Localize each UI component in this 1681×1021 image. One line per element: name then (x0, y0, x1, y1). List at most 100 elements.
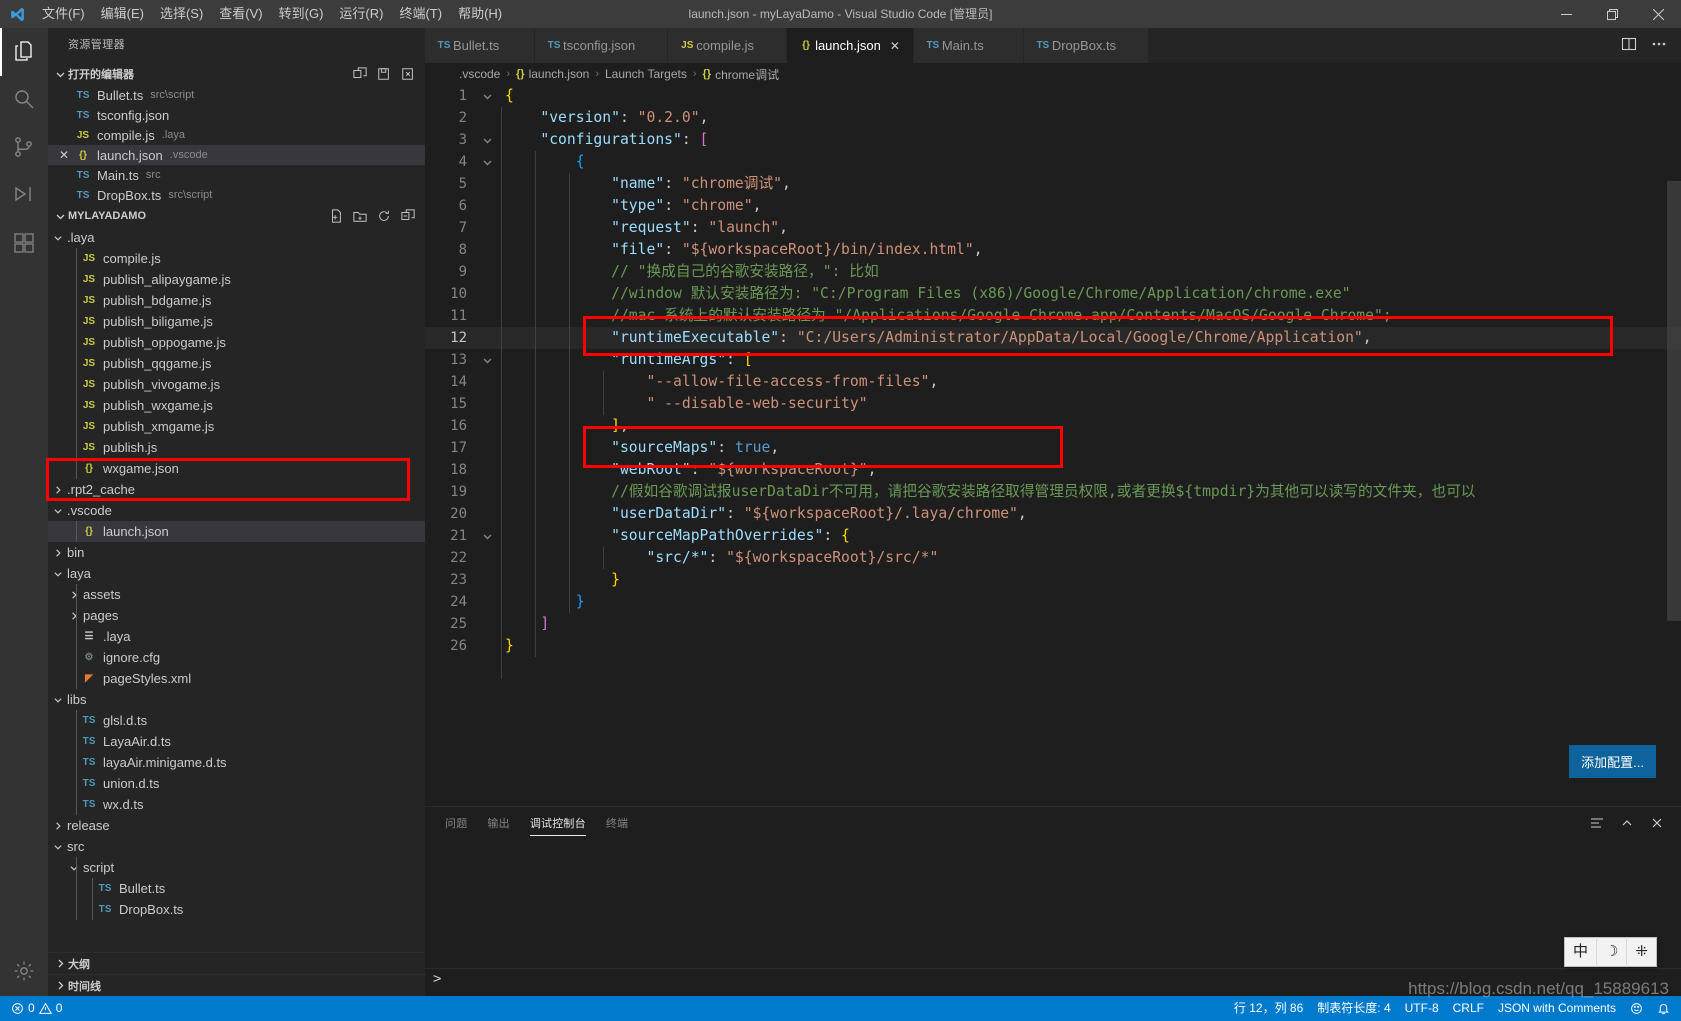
sidebar-section-outline[interactable]: 大纲 (48, 952, 425, 974)
ime-indicator[interactable]: 中 ☽ ⁜ (1563, 937, 1657, 967)
tree-file[interactable]: TS DropBox.ts (48, 899, 425, 920)
tree-file[interactable]: TS layaAir.minigame.d.ts (48, 752, 425, 773)
breadcrumb-item[interactable]: {} launch.json (516, 67, 589, 81)
status-cursor-position[interactable]: 行 12，列 86 (1227, 996, 1310, 1021)
tree-file[interactable]: JS publish_wxgame.js (48, 395, 425, 416)
tree-file[interactable]: TS wx.d.ts (48, 794, 425, 815)
status-notifications[interactable] (1650, 996, 1677, 1021)
tree-file[interactable]: ⚙ ignore.cfg (48, 647, 425, 668)
tree-folder[interactable]: release (48, 815, 425, 836)
menu-help[interactable]: 帮助(H) (450, 0, 510, 28)
panel-tab[interactable]: 输出 (487, 807, 509, 842)
tree-file[interactable]: JS publish_biligame.js (48, 311, 425, 332)
tree-file[interactable]: TS LayaAir.d.ts (48, 731, 425, 752)
activity-manage[interactable] (0, 948, 48, 996)
tree-folder[interactable]: .rpt2_cache (48, 479, 425, 500)
activity-extensions[interactable] (0, 220, 48, 268)
code-line[interactable]: 26} (425, 635, 1681, 657)
code-line[interactable]: 1{ (425, 85, 1681, 107)
tree-file[interactable]: JS publish_qqgame.js (48, 353, 425, 374)
code-line[interactable]: 20 "userDataDir": "${workspaceRoot}/.lay… (425, 503, 1681, 525)
menu-terminal[interactable]: 终端(T) (391, 0, 450, 28)
tree-file[interactable]: TS glsl.d.ts (48, 710, 425, 731)
tree-folder[interactable]: libs (48, 689, 425, 710)
menu-run[interactable]: 运行(R) (331, 0, 391, 28)
fold-chevron-icon[interactable] (477, 355, 497, 366)
breadcrumb-item[interactable]: .vscode (459, 67, 500, 81)
scrollbar-thumb[interactable] (1667, 181, 1681, 621)
status-language-mode[interactable]: JSON with Comments (1491, 996, 1623, 1021)
tree-folder[interactable]: .vscode (48, 500, 425, 521)
panel-tab[interactable]: 终端 (606, 807, 628, 842)
code-line[interactable]: 21 "sourceMapPathOverrides": { (425, 525, 1681, 547)
code-line[interactable]: 14 "--allow-file-access-from-files", (425, 371, 1681, 393)
status-encoding[interactable]: UTF-8 (1398, 996, 1446, 1021)
code-line[interactable]: 5 "name": "chrome调试", (425, 173, 1681, 195)
code-line[interactable]: 2 "version": "0.2.0", (425, 107, 1681, 129)
tree-file[interactable]: JS publish_vivogame.js (48, 374, 425, 395)
close-icon[interactable]: ✕ (54, 148, 74, 162)
activity-source-control[interactable] (0, 124, 48, 172)
tree-file[interactable]: JS publish.js (48, 437, 425, 458)
chevron-up-icon[interactable] (1619, 815, 1635, 834)
activity-run-debug[interactable] (0, 172, 48, 220)
code-line[interactable]: 13 "runtimeArgs": [ (425, 349, 1681, 371)
code-line[interactable]: 17 "sourceMaps": true, (425, 437, 1681, 459)
clear-console-icon[interactable] (1589, 815, 1605, 834)
editor-tab[interactable]: {} launch.json ✕ (787, 28, 914, 63)
panel-tab[interactable]: 调试控制台 (529, 807, 586, 842)
tree-folder[interactable]: laya (48, 563, 425, 584)
code-line[interactable]: 18 "webRoot": "${workspaceRoot}", (425, 459, 1681, 481)
code-line[interactable]: 24 } (425, 591, 1681, 613)
code-line[interactable]: 22 "src/*": "${workspaceRoot}/src/*" (425, 547, 1681, 569)
code-line[interactable]: 15 " --disable-web-security" (425, 393, 1681, 415)
refresh-icon[interactable] (377, 209, 391, 223)
tree-folder[interactable]: .laya (48, 227, 425, 248)
code-line[interactable]: 12 "runtimeExecutable": "C:/Users/Admini… (425, 327, 1681, 349)
more-actions-icon[interactable] (1651, 36, 1667, 55)
breadcrumb[interactable]: .vscode ›{} launch.json › Launch Targets ›{} c… (425, 63, 1681, 85)
activity-search[interactable] (0, 76, 48, 124)
tree-file[interactable]: TS Bullet.ts (48, 878, 425, 899)
code-lines[interactable]: 1{2 "version": "0.2.0", 3 "configurations… (425, 85, 1681, 806)
ime-mode[interactable]: 中 (1565, 937, 1597, 967)
menu-selection[interactable]: 选择(S) (152, 0, 211, 28)
tree-file[interactable]: ☰ .laya (48, 626, 425, 647)
panel-body[interactable]: > (425, 842, 1681, 996)
open-editor-item[interactable]: TS DropBox.ts src\script (48, 185, 425, 205)
code-line[interactable]: 23 } (425, 569, 1681, 591)
status-eol[interactable]: CRLF (1446, 996, 1491, 1021)
repl-input-row[interactable] (425, 968, 1681, 996)
open-editors-header[interactable]: 打开的编辑器 (48, 63, 425, 85)
menu-go[interactable]: 转到(G) (271, 0, 332, 28)
open-editor-item[interactable]: TS Bullet.ts src\script (48, 85, 425, 105)
fold-chevron-icon[interactable] (477, 135, 497, 146)
tree-file[interactable]: JS publish_oppogame.js (48, 332, 425, 353)
project-header[interactable]: MYLAYADAMO (48, 205, 425, 227)
new-folder-icon[interactable] (353, 209, 367, 223)
ime-punctuation[interactable]: ☽ (1597, 937, 1628, 967)
editor-tab[interactable]: TS DropBox.ts (1023, 28, 1150, 63)
menu-bar[interactable]: 文件(F) 编辑(E) 选择(S) 查看(V) 转到(G) 运行(R) 终端(T… (34, 0, 510, 28)
close-all-icon[interactable] (401, 67, 415, 81)
fold-chevron-icon[interactable] (477, 157, 497, 168)
code-line[interactable]: 4 { (425, 151, 1681, 173)
editor-tab[interactable]: TS Main.ts (913, 28, 1024, 63)
code-line[interactable]: 25 ] (425, 613, 1681, 635)
tree-file[interactable]: JS publish_xmgame.js (48, 416, 425, 437)
activity-explorer[interactable] (0, 28, 48, 76)
panel-tab[interactable]: 问题 (445, 807, 467, 842)
tree-file[interactable]: {} launch.json (48, 521, 425, 542)
tree-folder[interactable]: assets (48, 584, 425, 605)
add-configuration-button[interactable]: 添加配置... (1569, 745, 1656, 778)
save-all-icon[interactable] (377, 67, 391, 81)
code-line[interactable]: 19 //假如谷歌调试报userDataDir不可用，请把谷歌安装路径取得管理员… (425, 481, 1681, 503)
minimize-button[interactable] (1543, 0, 1589, 28)
close-panel-icon[interactable] (1649, 815, 1665, 834)
split-editor-icon[interactable] (1621, 36, 1637, 55)
tree-folder[interactable]: bin (48, 542, 425, 563)
open-editor-item[interactable]: ✕ {} launch.json .vscode (48, 145, 425, 165)
editor-tab[interactable]: JS compile.js (668, 28, 788, 63)
ime-options[interactable]: ⁜ (1627, 937, 1656, 967)
status-problems[interactable]: 0 0 (4, 996, 69, 1021)
